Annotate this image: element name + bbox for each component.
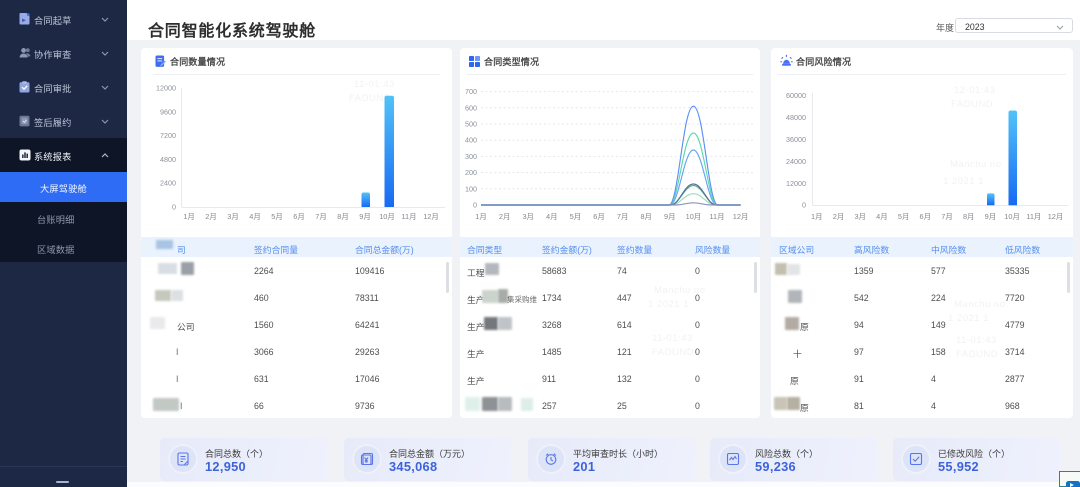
svg-text:3月: 3月 bbox=[522, 212, 534, 221]
svg-text:200: 200 bbox=[465, 168, 477, 177]
svg-text:2月: 2月 bbox=[205, 212, 217, 221]
svg-text:11月: 11月 bbox=[709, 212, 724, 221]
svg-text:4800: 4800 bbox=[160, 155, 176, 164]
svg-text:12月: 12月 bbox=[423, 212, 439, 221]
svg-text:8月: 8月 bbox=[337, 212, 349, 221]
svg-text:7月: 7月 bbox=[315, 212, 327, 221]
svg-text:300: 300 bbox=[465, 152, 477, 161]
svg-text:100: 100 bbox=[465, 184, 477, 193]
svg-text:11月: 11月 bbox=[1026, 212, 1041, 221]
svg-text:1月: 1月 bbox=[811, 212, 823, 221]
svg-text:2月: 2月 bbox=[833, 212, 845, 221]
svg-text:12000: 12000 bbox=[786, 179, 806, 188]
svg-text:4月: 4月 bbox=[249, 212, 261, 221]
svg-text:5月: 5月 bbox=[271, 212, 283, 221]
svg-text:10月: 10月 bbox=[379, 212, 395, 221]
svg-text:11月: 11月 bbox=[401, 212, 416, 221]
svg-text:3月: 3月 bbox=[854, 212, 866, 221]
svg-text:8月: 8月 bbox=[640, 212, 652, 221]
svg-text:36000: 36000 bbox=[786, 135, 806, 144]
svg-text:2400: 2400 bbox=[160, 179, 176, 188]
svg-text:500: 500 bbox=[465, 120, 477, 129]
svg-text:7200: 7200 bbox=[160, 131, 176, 140]
svg-text:700: 700 bbox=[465, 87, 477, 96]
svg-text:10月: 10月 bbox=[686, 212, 702, 221]
svg-text:1月: 1月 bbox=[475, 212, 487, 221]
svg-text:10月: 10月 bbox=[1004, 212, 1020, 221]
svg-text:60000: 60000 bbox=[786, 91, 806, 100]
svg-text:6月: 6月 bbox=[920, 212, 932, 221]
svg-text:7月: 7月 bbox=[941, 212, 953, 221]
svg-text:9月: 9月 bbox=[985, 212, 997, 221]
svg-text:12000: 12000 bbox=[156, 84, 176, 93]
svg-text:3月: 3月 bbox=[227, 212, 239, 221]
svg-text:4月: 4月 bbox=[876, 212, 888, 221]
svg-text:24000: 24000 bbox=[786, 157, 806, 166]
svg-text:0: 0 bbox=[473, 201, 477, 210]
svg-text:600: 600 bbox=[465, 103, 477, 112]
svg-text:0: 0 bbox=[802, 201, 806, 210]
svg-text:400: 400 bbox=[465, 136, 477, 145]
svg-text:6月: 6月 bbox=[593, 212, 605, 221]
svg-text:9月: 9月 bbox=[359, 212, 371, 221]
svg-text:7月: 7月 bbox=[617, 212, 629, 221]
svg-text:12月: 12月 bbox=[1048, 212, 1064, 221]
svg-text:12月: 12月 bbox=[733, 212, 749, 221]
svg-text:0: 0 bbox=[172, 203, 176, 212]
svg-text:48000: 48000 bbox=[786, 113, 806, 122]
svg-text:5月: 5月 bbox=[570, 212, 582, 221]
svg-text:9600: 9600 bbox=[160, 107, 176, 116]
svg-text:8月: 8月 bbox=[963, 212, 975, 221]
svg-text:4月: 4月 bbox=[546, 212, 558, 221]
svg-text:6月: 6月 bbox=[293, 212, 305, 221]
svg-text:2月: 2月 bbox=[499, 212, 511, 221]
svg-text:1月: 1月 bbox=[183, 212, 195, 221]
svg-text:9月: 9月 bbox=[664, 212, 676, 221]
svg-text:5月: 5月 bbox=[898, 212, 910, 221]
